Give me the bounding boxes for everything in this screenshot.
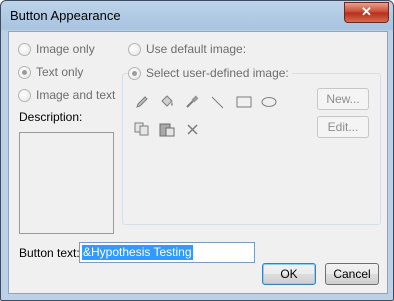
description-label: Description: bbox=[19, 110, 83, 124]
button-text-value: &Hypothesis Testing bbox=[82, 245, 193, 260]
copy-icon[interactable] bbox=[133, 120, 151, 138]
dialog-window: Button Appearance ✕ Image only Text only… bbox=[0, 0, 394, 301]
ok-button[interactable]: OK bbox=[262, 263, 316, 285]
button-text-input[interactable]: &Hypothesis Testing bbox=[79, 242, 255, 263]
radio-image-and-text[interactable]: Image and text bbox=[18, 88, 115, 102]
paste-icon[interactable] bbox=[158, 120, 176, 138]
edit-image-button[interactable]: Edit... bbox=[317, 116, 369, 138]
ellipse-icon[interactable] bbox=[260, 93, 278, 111]
radio-label: Select user-defined image: bbox=[146, 66, 289, 80]
dialog-title: Button Appearance bbox=[10, 8, 121, 23]
radio-text-only[interactable]: Text only bbox=[18, 65, 83, 79]
eyedropper-icon[interactable] bbox=[183, 93, 201, 111]
pencil-icon[interactable] bbox=[133, 93, 151, 111]
title-bar[interactable]: Button Appearance ✕ bbox=[1, 1, 393, 31]
radio-indicator bbox=[18, 88, 31, 102]
radio-select-user-image[interactable]: Select user-defined image: bbox=[128, 66, 292, 80]
radio-indicator-checked bbox=[128, 66, 141, 80]
radio-label: Text only bbox=[36, 65, 84, 79]
radio-indicator-checked bbox=[18, 65, 31, 79]
delete-icon[interactable] bbox=[183, 120, 201, 138]
radio-indicator bbox=[128, 42, 141, 56]
cancel-button[interactable]: Cancel bbox=[325, 263, 379, 285]
description-box bbox=[19, 132, 114, 234]
dialog-body: Image only Text only Image and text Desc… bbox=[8, 31, 388, 294]
line-icon[interactable] bbox=[208, 93, 226, 111]
radio-indicator bbox=[18, 42, 31, 56]
radio-image-only[interactable]: Image only bbox=[18, 42, 95, 56]
radio-label: Image only bbox=[36, 42, 95, 56]
rectangle-icon[interactable] bbox=[235, 93, 253, 111]
new-image-button[interactable]: New... bbox=[317, 88, 369, 110]
button-text-label: Button text: bbox=[19, 246, 80, 260]
paint-bucket-icon[interactable] bbox=[158, 93, 176, 111]
close-button[interactable]: ✕ bbox=[344, 2, 389, 23]
radio-label: Use default image: bbox=[146, 42, 247, 56]
radio-use-default-image[interactable]: Use default image: bbox=[128, 42, 246, 56]
radio-label: Image and text bbox=[36, 88, 116, 102]
